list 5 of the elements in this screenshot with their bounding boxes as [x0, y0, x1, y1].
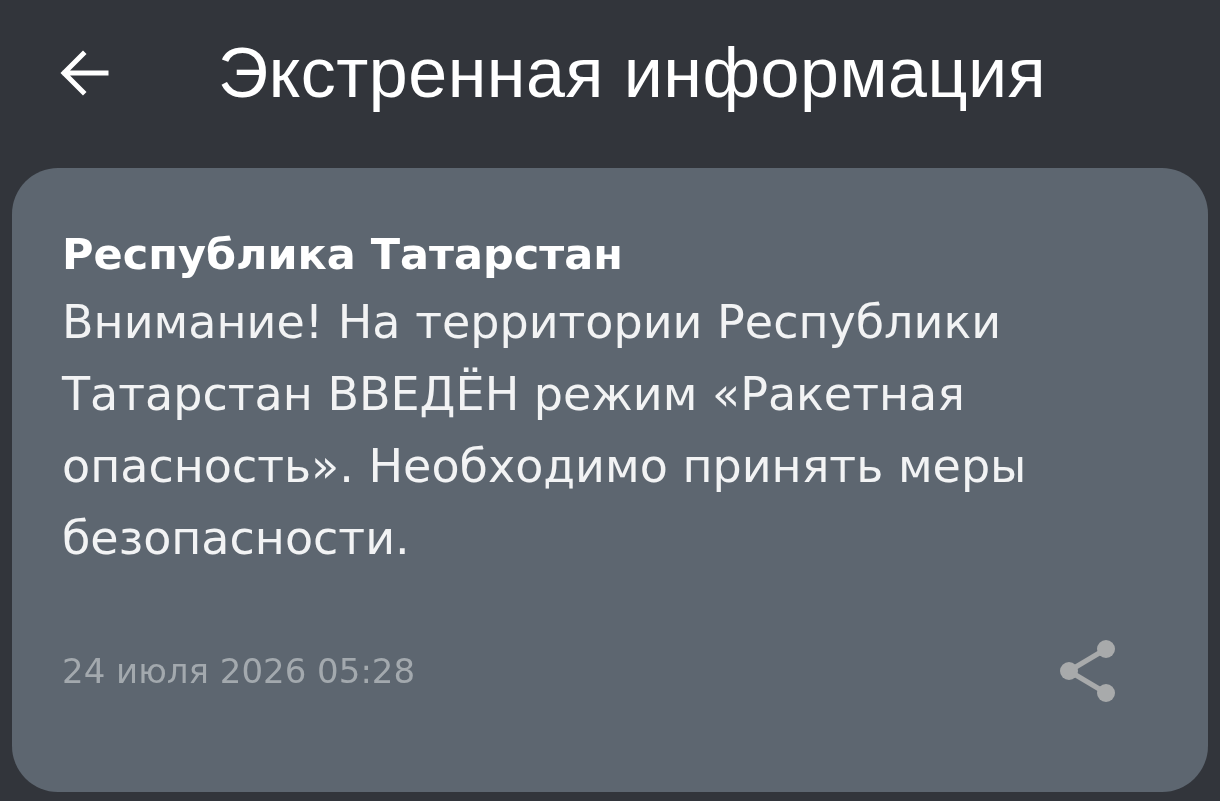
- alert-date: 24 июля 2026 05:28: [62, 654, 416, 688]
- back-arrow-icon: [59, 50, 109, 96]
- alert-region: Республика Татарстан: [62, 228, 623, 280]
- share-icon: [1060, 640, 1116, 702]
- alert-message: Внимание! На территории Республики Татарстан ВВЕДЁН режим «Ракетная опасность». Необходимо принять меры безопасности.: [62, 294, 1028, 567]
